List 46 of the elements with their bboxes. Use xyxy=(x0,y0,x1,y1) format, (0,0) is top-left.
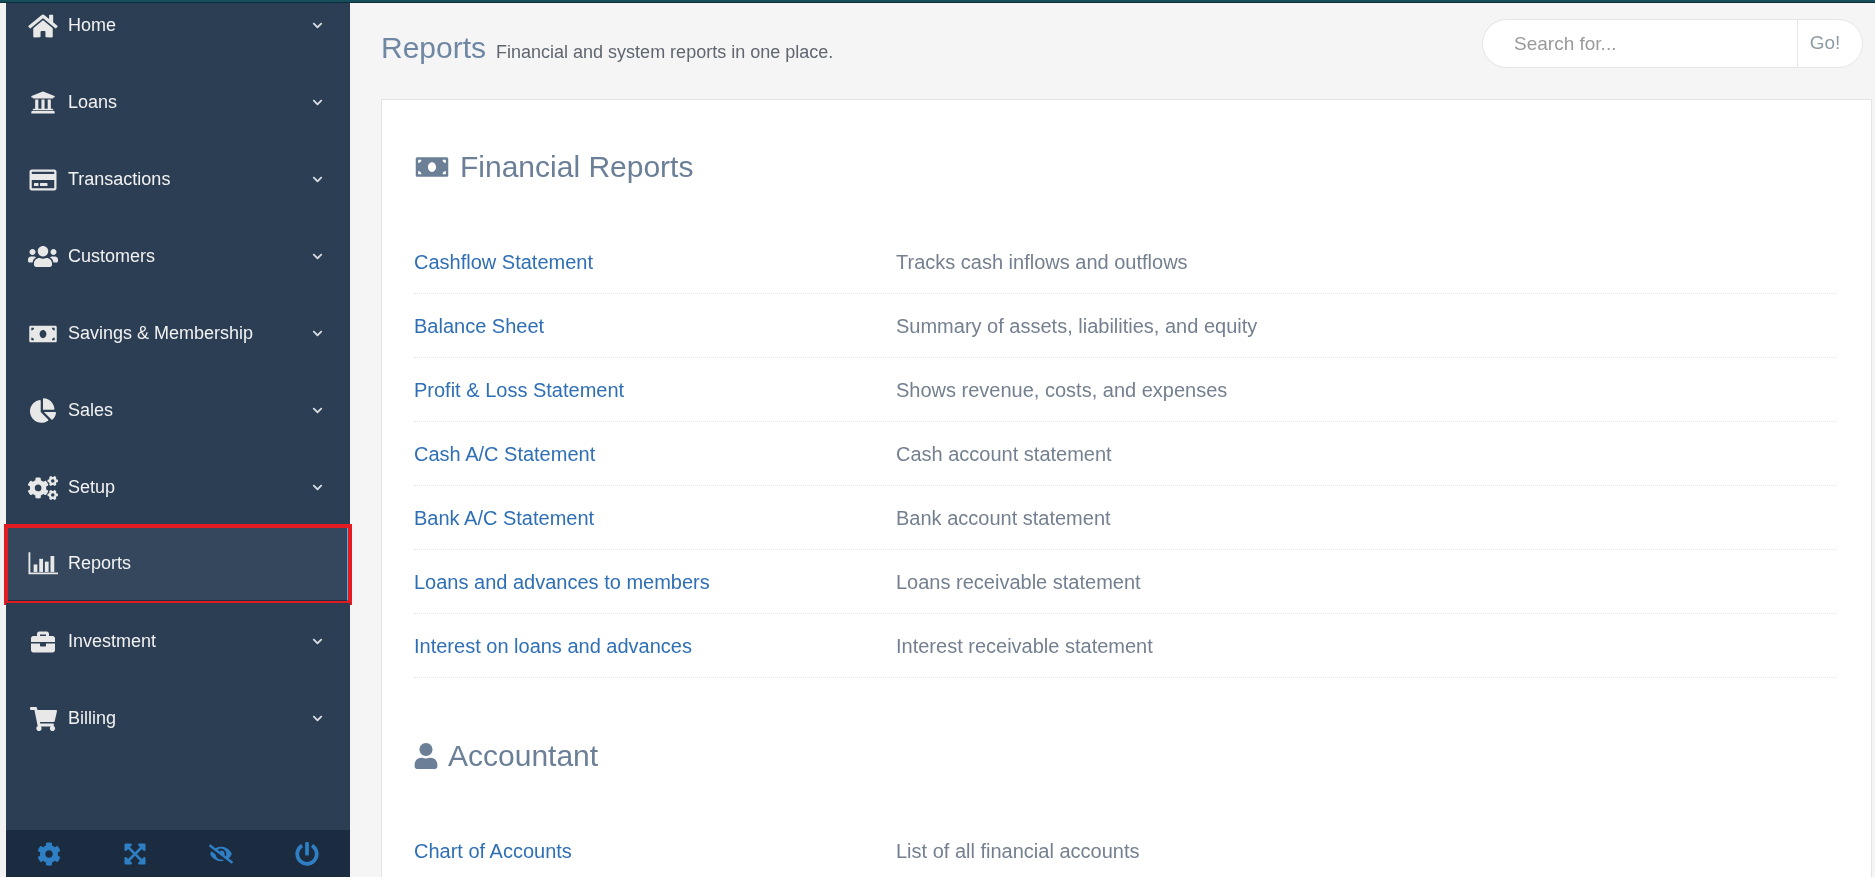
eye-slash-icon[interactable] xyxy=(209,841,233,866)
chevron-icon xyxy=(311,251,324,262)
chevron-icon xyxy=(311,713,324,724)
settings-icon[interactable] xyxy=(37,841,61,866)
report-link[interactable]: Cash A/C Statement xyxy=(414,442,596,465)
report-link[interactable]: Interest on loans and advances xyxy=(414,634,692,657)
page-subtitle: Financial and system reports in one place. xyxy=(496,41,834,64)
chevron-icon xyxy=(311,405,324,416)
report-description: Loans receivable statement xyxy=(896,569,1141,595)
cart-icon xyxy=(29,706,57,731)
report-description: Bank account statement xyxy=(896,505,1111,531)
bank-icon xyxy=(29,90,57,115)
report-description: Cash account statement xyxy=(896,441,1112,467)
sidebar-item[interactable]: Reports xyxy=(6,526,350,603)
users-icon xyxy=(28,244,58,269)
bar-chart-icon xyxy=(28,551,58,575)
section-heading: Financial Reports xyxy=(460,152,694,182)
section-heading: Accountant xyxy=(448,741,599,771)
person-icon xyxy=(414,743,438,769)
power-icon[interactable] xyxy=(295,841,319,866)
chevron-icon xyxy=(311,328,324,339)
chevron-icon xyxy=(311,636,324,647)
report-description: Summary of assets, liabilities, and equity xyxy=(896,313,1258,339)
briefcase-icon xyxy=(29,629,57,654)
gears-icon xyxy=(28,474,58,501)
credit-card-icon xyxy=(28,167,58,192)
chevron-icon xyxy=(311,482,324,493)
report-link[interactable]: Bank A/C Statement xyxy=(414,506,595,529)
report-description: Interest receivable statement xyxy=(896,633,1153,659)
house-icon xyxy=(28,12,58,39)
report-description: Shows revenue, costs, and expenses xyxy=(896,377,1228,403)
search-field[interactable]: Search for... xyxy=(1482,19,1797,68)
pie-chart-icon xyxy=(30,398,56,423)
expand-arrows-icon[interactable] xyxy=(123,841,147,866)
chevron-icon xyxy=(311,20,324,31)
chevron-icon xyxy=(311,97,324,108)
report-link[interactable]: Balance Sheet xyxy=(414,314,545,337)
page-title: Reports xyxy=(381,33,487,63)
report-description: Tracks cash inflows and outflows xyxy=(896,249,1188,275)
chevron-icon xyxy=(311,174,324,185)
report-link[interactable]: Chart of Accounts xyxy=(414,839,572,862)
report-description: List of all financial accounts xyxy=(896,838,1140,864)
report-link[interactable]: Profit & Loss Statement xyxy=(414,378,625,401)
banknote-icon xyxy=(414,154,450,180)
report-link[interactable]: Loans and advances to members xyxy=(414,570,710,593)
report-link[interactable]: Cashflow Statement xyxy=(414,250,593,273)
